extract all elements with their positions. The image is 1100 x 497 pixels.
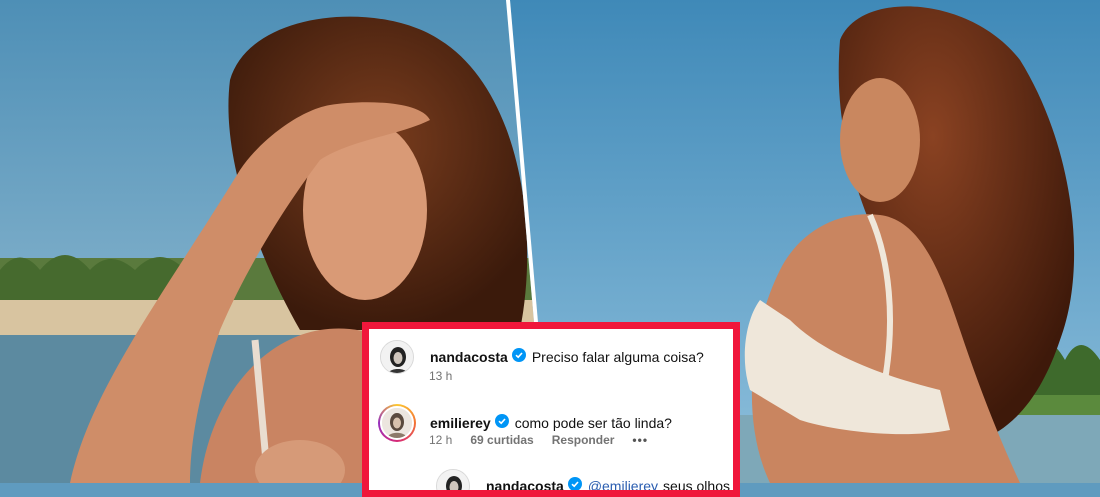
reply-button[interactable]: Responder: [552, 433, 615, 447]
avatar-emilierey[interactable]: [378, 404, 416, 442]
comment-time: 12 h: [429, 433, 453, 447]
comment-username[interactable]: emilierey: [430, 415, 491, 431]
comment-username[interactable]: nandacosta: [486, 478, 564, 490]
avatar-nandacosta[interactable]: [380, 340, 414, 374]
comment-1-meta: 13 h: [429, 369, 452, 383]
comment-mention[interactable]: @emilierey: [588, 478, 658, 490]
avatar-nandacosta-image: [437, 470, 469, 490]
verified-badge-icon: [511, 347, 526, 367]
comment-2-meta: 12 h 69 curtidas Responder •••: [429, 433, 648, 447]
comments-panel: nandacosta Preciso falar alguma coisa? 1…: [362, 322, 740, 497]
comment-time: 13 h: [429, 369, 453, 383]
reply-1: nandacosta @emilierey seus olhos: [436, 469, 730, 494]
verified-badge-icon: [567, 476, 582, 490]
avatar-nandacosta[interactable]: [436, 469, 470, 490]
comment-text: como pode ser tão linda?: [514, 415, 672, 431]
avatar-emilierey-image: [382, 408, 412, 438]
comment-text: Preciso falar alguma coisa?: [531, 349, 704, 365]
comment-username[interactable]: nandacosta: [430, 349, 508, 365]
likes-count[interactable]: 69 curtidas: [470, 433, 533, 447]
comment-text: seus olhos: [663, 478, 730, 494]
more-options-icon[interactable]: •••: [632, 433, 648, 447]
verified-badge-icon: [494, 413, 509, 433]
avatar-nandacosta-image: [381, 341, 413, 373]
